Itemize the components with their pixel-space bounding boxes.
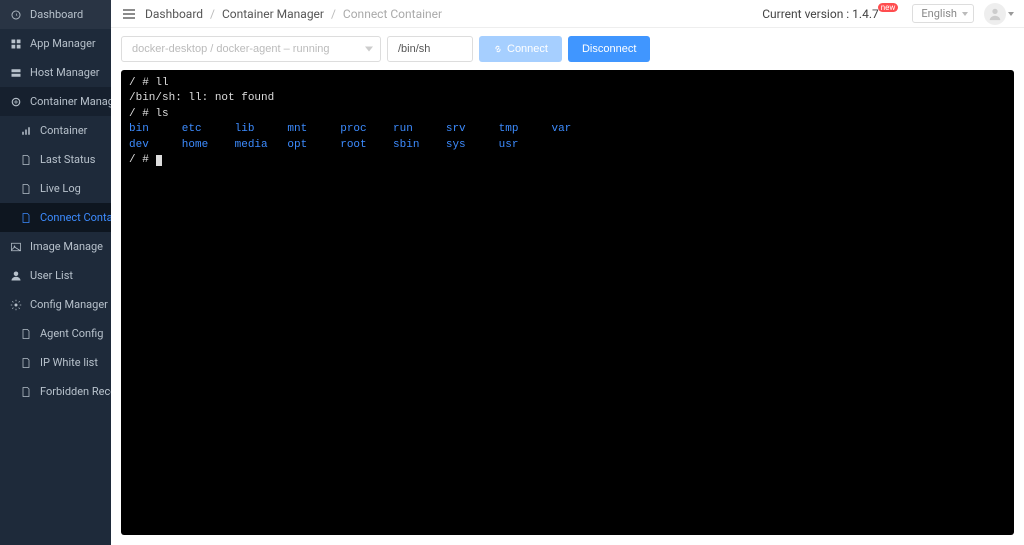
breadcrumb-sep: / [210, 7, 215, 21]
shell-input[interactable] [387, 36, 473, 62]
breadcrumb-sep: / [331, 7, 336, 21]
doc-icon [20, 386, 32, 398]
menu-toggle-icon[interactable] [121, 6, 137, 22]
user-icon [10, 270, 22, 282]
doc-icon [20, 212, 32, 224]
chevron-down-icon [1008, 12, 1014, 16]
image-icon [10, 241, 22, 253]
gear-icon [10, 299, 22, 311]
dashboard-icon [10, 9, 22, 21]
connect-button[interactable]: Connect [479, 36, 562, 62]
connect-button-label: Connect [507, 43, 548, 55]
terminal-line: / # ls [129, 108, 169, 120]
avatar [984, 3, 1006, 25]
sidebar-item-user-list[interactable]: User List [0, 261, 111, 290]
sidebar-item-label: Image Manage [30, 240, 103, 253]
container-icon [10, 96, 22, 108]
sidebar: Dashboard App Manager Host Manager Conta… [0, 0, 111, 545]
sidebar-item-container[interactable]: Container [0, 116, 111, 145]
sidebar-item-config-manager[interactable]: Config Manager [0, 290, 111, 319]
doc-icon [20, 154, 32, 166]
terminal-dirs: bin etc lib mnt proc run srv tmp var [129, 123, 571, 135]
disconnect-button-label: Disconnect [582, 43, 636, 55]
sidebar-item-dashboard[interactable]: Dashboard [0, 0, 111, 29]
sidebar-item-label: Agent Config [40, 327, 103, 340]
sidebar-item-agent-config[interactable]: Agent Config [0, 319, 111, 348]
doc-icon [20, 328, 32, 340]
sidebar-item-forbidden-record[interactable]: Forbidden Record [0, 377, 111, 406]
new-badge: new [878, 3, 899, 12]
version-wrap: Current version : 1.4.7 new [762, 7, 902, 21]
sidebar-item-label: Host Manager [30, 66, 100, 79]
sidebar-item-image-manage[interactable]: Image Manage [0, 232, 111, 261]
link-icon [493, 44, 503, 54]
disconnect-button[interactable]: Disconnect [568, 36, 650, 62]
host-icon [10, 67, 22, 79]
container-select-input[interactable] [121, 36, 381, 62]
sidebar-item-connect-container[interactable]: Connect Container [0, 203, 111, 232]
breadcrumb: Dashboard / Container Manager / Connect … [145, 7, 442, 21]
terminal-wrap: / # ll /bin/sh: ll: not found / # ls bin… [111, 70, 1024, 545]
sidebar-item-label: Live Log [40, 182, 81, 195]
terminal-line: / # ll [129, 77, 169, 89]
breadcrumb-item[interactable]: Dashboard [145, 7, 203, 21]
breadcrumb-current: Connect Container [343, 7, 442, 21]
user-menu[interactable] [984, 3, 1014, 25]
sidebar-item-label: Container [40, 124, 87, 137]
sidebar-item-label: App Manager [30, 37, 96, 50]
cursor-icon [156, 155, 162, 166]
bars-icon [20, 125, 32, 137]
controls-bar: Connect Disconnect [111, 28, 1024, 70]
doc-icon [20, 357, 32, 369]
sidebar-item-label: User List [30, 269, 73, 282]
breadcrumb-item[interactable]: Container Manager [222, 7, 324, 21]
sidebar-item-ip-white-list[interactable]: IP White list [0, 348, 111, 377]
header: Dashboard / Container Manager / Connect … [111, 0, 1024, 28]
sidebar-item-live-log[interactable]: Live Log [0, 174, 111, 203]
sidebar-item-label: Config Manager [30, 298, 108, 311]
sidebar-item-label: IP White list [40, 356, 98, 369]
terminal-line: /bin/sh: ll: not found [129, 92, 274, 104]
app-icon [10, 38, 22, 50]
sidebar-item-label: Dashboard [30, 8, 83, 21]
terminal[interactable]: / # ll /bin/sh: ll: not found / # ls bin… [121, 70, 1014, 535]
sidebar-item-label: Container Manager [30, 95, 124, 108]
language-select[interactable]: English [912, 4, 974, 23]
terminal-dirs: dev home media opt root sbin sys usr [129, 139, 518, 151]
main: Dashboard / Container Manager / Connect … [111, 0, 1024, 545]
doc-icon [20, 183, 32, 195]
sidebar-item-label: Last Status [40, 153, 95, 166]
terminal-prompt: / # [129, 154, 155, 166]
sidebar-item-container-manager[interactable]: Container Manager [0, 87, 111, 116]
sidebar-item-host-manager[interactable]: Host Manager [0, 58, 111, 87]
container-select[interactable] [121, 36, 381, 62]
sidebar-item-last-status[interactable]: Last Status [0, 145, 111, 174]
version-text: Current version : 1.4.7 [762, 7, 879, 21]
header-right: Current version : 1.4.7 new English [762, 3, 1014, 25]
sidebar-item-app-manager[interactable]: App Manager [0, 29, 111, 58]
